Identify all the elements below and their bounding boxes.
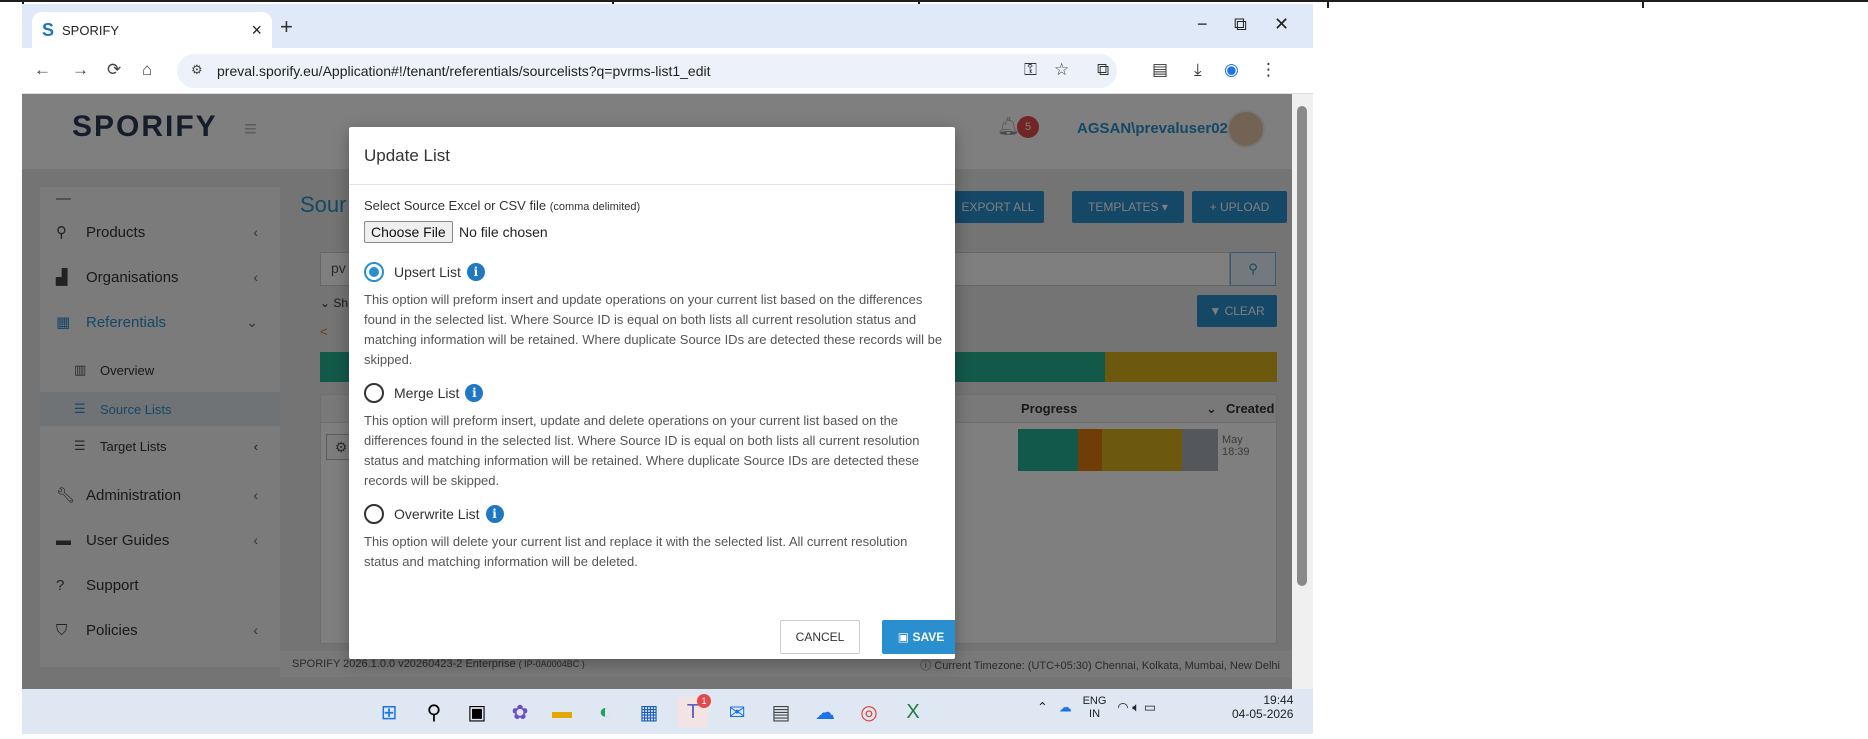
excel-icon[interactable]: X bbox=[898, 697, 928, 727]
copilot-icon[interactable]: ✿ bbox=[505, 697, 535, 727]
merge-list-option[interactable]: Merge List i bbox=[364, 382, 484, 404]
file-label: Select Source Excel or CSV file (comma d… bbox=[364, 198, 641, 213]
file-label-note: (comma delimited) bbox=[549, 201, 641, 213]
bookmark-star-icon[interactable]: ☆ bbox=[1054, 60, 1069, 80]
chrome-icon[interactable]: ◎ bbox=[854, 697, 884, 727]
reload-icon[interactable]: ⟳ bbox=[107, 60, 121, 80]
info-icon[interactable]: i bbox=[485, 505, 504, 523]
home-icon[interactable]: ⌂ bbox=[142, 60, 152, 80]
close-tab-icon[interactable]: × bbox=[251, 20, 262, 41]
cancel-button[interactable]: CANCEL bbox=[780, 620, 860, 654]
browser-tab[interactable]: S SPORIFY × bbox=[32, 12, 272, 48]
back-icon[interactable]: ← bbox=[34, 60, 51, 80]
no-file-text: No file chosen bbox=[459, 224, 548, 240]
teams-icon[interactable]: T1 bbox=[678, 694, 711, 727]
scrollbar-thumb[interactable] bbox=[1297, 106, 1307, 586]
tab-title: SPORIFY bbox=[62, 22, 120, 38]
browser-toolbar: ← → ⟳ ⌂ ⚙ preval.sporify.eu/Application#… bbox=[22, 48, 1313, 94]
windows-taskbar: ⊞ ⚲ ▣ ✿ ▬ ◐ ▦ T1 ✉ ▤ ☁ ◎ X ⌃ ☁ ENG IN ◠ 🔈… bbox=[22, 689, 1313, 734]
upsert-label: Upsert List bbox=[394, 264, 461, 280]
edge-icon[interactable]: ◐ bbox=[590, 697, 620, 727]
outlook-icon[interactable]: ✉ bbox=[722, 697, 752, 727]
info-icon[interactable]: i bbox=[466, 263, 485, 281]
search-icon[interactable]: ⚲ bbox=[419, 697, 449, 727]
system-tray: ⌃ ☁ ENG IN ◠ 🔈︎ ▭ bbox=[1037, 695, 1156, 721]
url-text: preval.sporify.eu/Application#!/tenant/r… bbox=[217, 63, 711, 79]
upsert-list-option[interactable]: Upsert List i bbox=[364, 261, 485, 283]
clock[interactable]: 19:44 04-05-2026 bbox=[1232, 693, 1293, 721]
overwrite-description: This option will delete your current lis… bbox=[364, 534, 908, 569]
wifi-icon[interactable]: ◠ bbox=[1117, 699, 1128, 714]
reading-mode-icon[interactable]: ▤ bbox=[1152, 60, 1168, 80]
onedrive-tray-icon[interactable]: ☁ bbox=[1059, 699, 1072, 714]
page-scrollbar[interactable] bbox=[1292, 94, 1313, 689]
update-list-dialog: Update List Select Source Excel or CSV f… bbox=[349, 127, 955, 659]
download-icon[interactable]: ⤓ bbox=[1194, 60, 1202, 80]
site-info-icon[interactable]: ⚙ bbox=[191, 62, 203, 78]
file-explorer-icon[interactable]: ▬ bbox=[547, 697, 577, 727]
minimize-button[interactable]: − bbox=[1197, 14, 1208, 35]
overwrite-list-option[interactable]: Overwrite List i bbox=[364, 503, 504, 525]
menu-kebab-icon[interactable]: ⋮ bbox=[1260, 60, 1277, 80]
task-view-icon[interactable]: ▣ bbox=[462, 697, 492, 727]
overwrite-radio[interactable] bbox=[364, 504, 384, 524]
restore-button[interactable]: ⧉ bbox=[1234, 14, 1247, 35]
notepad-icon[interactable]: ▤ bbox=[766, 697, 796, 727]
teams-badge: 1 bbox=[697, 694, 711, 708]
volume-icon[interactable]: 🔈︎ bbox=[1132, 699, 1140, 714]
address-bar[interactable]: ⚙ preval.sporify.eu/Application#!/tenant… bbox=[177, 54, 1117, 88]
battery-icon[interactable]: ▭ bbox=[1144, 699, 1156, 714]
overwrite-label: Overwrite List bbox=[394, 506, 480, 522]
save-button[interactable]: ▣ SAVE bbox=[882, 620, 955, 654]
new-tab-button[interactable]: + bbox=[280, 14, 293, 40]
chevron-up-icon[interactable]: ⌃ bbox=[1037, 699, 1048, 714]
store-icon[interactable]: ▦ bbox=[634, 697, 664, 727]
extensions-icon[interactable]: ⧉ bbox=[1097, 60, 1109, 80]
merge-description: This option will preform insert, update … bbox=[364, 413, 920, 488]
browser-window: S SPORIFY × + − ⧉ ✕ ← → ⟳ ⌂ ⚙ preval.spo… bbox=[22, 4, 1313, 734]
upsert-radio[interactable] bbox=[364, 262, 384, 282]
sporify-favicon-icon: S bbox=[42, 19, 55, 40]
save-icon: ▣ bbox=[897, 630, 910, 644]
password-key-icon[interactable]: ⚿ bbox=[1024, 60, 1037, 80]
clock-time: 19:44 bbox=[1263, 693, 1294, 707]
close-window-button[interactable]: ✕ bbox=[1274, 14, 1289, 35]
save-label: SAVE bbox=[912, 630, 945, 644]
profile-icon[interactable]: ◉ bbox=[1224, 60, 1239, 80]
clock-date: 04-05-2026 bbox=[1232, 707, 1294, 721]
language-indicator[interactable]: ENG IN bbox=[1083, 695, 1107, 721]
onedrive-icon[interactable]: ☁ bbox=[810, 697, 840, 727]
choose-file-button[interactable]: Choose File bbox=[364, 221, 453, 243]
dialog-divider bbox=[349, 184, 955, 185]
tab-bar: S SPORIFY × + − ⧉ ✕ bbox=[22, 4, 1313, 48]
merge-label: Merge List bbox=[394, 385, 460, 401]
upsert-description: This option will preform insert and upda… bbox=[364, 292, 943, 367]
merge-radio[interactable] bbox=[364, 383, 384, 403]
forward-icon[interactable]: → bbox=[72, 60, 89, 80]
info-icon[interactable]: i bbox=[465, 384, 484, 402]
windows-start-icon[interactable]: ⊞ bbox=[374, 697, 404, 727]
dialog-title: Update List bbox=[364, 146, 450, 165]
